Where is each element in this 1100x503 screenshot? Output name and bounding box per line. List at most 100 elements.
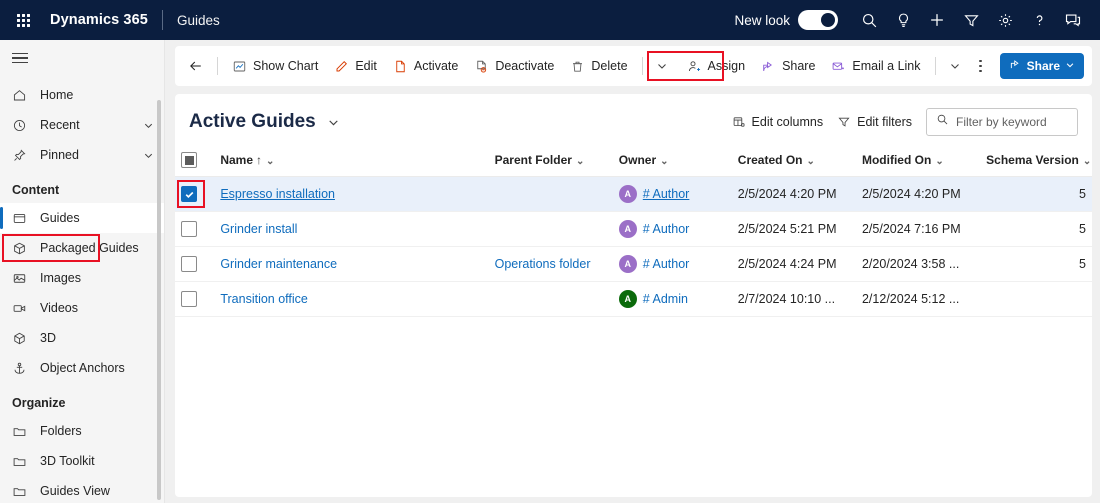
table-body: Espresso installation A # Author 2/5/202… [175,177,1092,317]
row-checkbox[interactable] [181,186,197,202]
command-overflow-chevron[interactable] [649,51,675,81]
owner-link[interactable]: # Author [643,187,690,201]
guide-name-link[interactable]: Espresso installation [220,187,335,201]
row-name-cell[interactable]: Grinder maintenance [214,247,488,282]
edit-button[interactable]: Edit [326,51,385,81]
column-header-created-on[interactable]: Created On⌄ [732,146,856,177]
sidebar-item-recent[interactable]: Recent [0,110,164,140]
row-folder-cell [489,177,613,212]
feedback-icon[interactable] [1056,3,1090,37]
row-folder-cell [489,212,613,247]
new-look-toggle[interactable] [798,10,838,30]
guide-name-link[interactable]: Grinder maintenance [220,257,337,271]
row-checkbox[interactable] [181,291,197,307]
row-select-cell[interactable] [175,177,214,212]
row-created-cell: 2/5/2024 4:24 PM [732,247,856,282]
share-primary-button[interactable]: Share [1000,53,1084,79]
chevron-down-icon[interactable]: ⌄ [266,156,274,167]
owner-link[interactable]: # Admin [643,292,688,306]
chevron-down-icon[interactable]: ⌄ [806,156,814,167]
plus-icon[interactable] [920,3,954,37]
row-checkbox[interactable] [181,221,197,237]
deactivate-button[interactable]: Deactivate [466,51,562,81]
sidebar-item-packaged-guides[interactable]: Packaged Guides [0,233,164,263]
avatar: A [619,220,637,238]
edit-columns-button[interactable]: Edit columns [732,115,824,129]
gear-icon[interactable] [988,3,1022,37]
back-arrow-icon[interactable] [181,51,211,81]
row-name-cell[interactable]: Transition office [214,282,488,317]
package-icon [12,241,32,256]
edit-filters-button[interactable]: Edit filters [837,115,912,129]
sidebar-item-pinned[interactable]: Pinned [0,140,164,170]
row-checkbox[interactable] [181,256,197,272]
chevron-down-icon[interactable] [1065,59,1075,73]
owner-link[interactable]: # Author [643,257,690,271]
chevron-down-icon[interactable] [143,120,154,131]
filter-by-keyword-box[interactable] [926,108,1078,136]
share-button[interactable]: Share [753,51,823,81]
row-select-cell[interactable] [175,282,214,317]
chevron-down-icon[interactable] [327,116,340,129]
table-row[interactable]: Transition office A # Admin 2/7/2024 10:… [175,282,1092,317]
sidebar-group-content-title: Content [0,170,164,203]
sidebar-item-folders[interactable]: Folders [0,416,164,446]
sidebar-item-guides[interactable]: Guides [0,203,164,233]
select-all-checkbox[interactable] [181,152,197,168]
chevron-down-icon[interactable] [143,150,154,161]
sidebar-item-3d-toolkit[interactable]: 3D Toolkit [0,446,164,476]
column-header-name[interactable]: Name↑⌄ [214,146,488,177]
table-row[interactable]: Espresso installation A # Author 2/5/202… [175,177,1092,212]
sidebar-scrollbar[interactable] [157,100,161,500]
search-input[interactable] [956,115,1068,129]
command-overflow-chevron-2[interactable] [942,51,968,81]
row-modified-cell: 2/12/2024 5:12 ... [856,282,980,317]
guide-name-link[interactable]: Transition office [220,292,308,306]
assign-button[interactable]: Assign [679,51,754,81]
row-name-cell[interactable]: Espresso installation [214,177,488,212]
chevron-down-icon[interactable]: ⌄ [1083,156,1091,167]
column-label: Schema Version [986,153,1079,167]
guide-name-link[interactable]: Grinder install [220,222,297,236]
column-header-owner[interactable]: Owner⌄ [613,146,732,177]
delete-button[interactable]: Delete [562,51,635,81]
email-a-link-button[interactable]: Email a Link [823,51,928,81]
row-select-cell[interactable] [175,247,214,282]
column-header-parent-folder[interactable]: Parent Folder⌄ [489,146,613,177]
cube-icon [12,331,32,346]
help-icon[interactable] [1022,3,1056,37]
owner-link[interactable]: # Author [643,222,690,236]
anchor-icon [12,361,32,376]
search-icon[interactable] [852,3,886,37]
filter-icon[interactable] [954,3,988,37]
column-header-schema-version[interactable]: Schema Version ⌄ [980,146,1092,177]
app-launcher-icon[interactable] [8,5,38,35]
folder-icon [12,454,32,469]
parent-folder-link[interactable]: Operations folder [495,257,591,271]
chevron-down-icon[interactable]: ⌄ [935,156,943,167]
chart-icon [232,59,247,74]
view-selector[interactable]: Active Guides [189,111,340,133]
nav-collapse-button[interactable] [0,40,164,76]
activate-button[interactable]: Activate [385,51,466,81]
row-folder-cell: Operations folder [489,247,613,282]
sidebar-item-home[interactable]: Home [0,80,164,110]
more-commands-icon[interactable] [968,51,994,81]
chevron-down-icon[interactable]: ⌄ [660,156,668,167]
sidebar-item-3d[interactable]: 3D [0,323,164,353]
sidebar-item-images[interactable]: Images [0,263,164,293]
row-select-cell[interactable] [175,212,214,247]
select-all-header [175,146,214,177]
show-chart-button[interactable]: Show Chart [224,51,326,81]
column-header-modified-on[interactable]: Modified On⌄ [856,146,980,177]
sidebar-item-videos[interactable]: Videos [0,293,164,323]
lightbulb-icon[interactable] [886,3,920,37]
table-row[interactable]: Grinder install A # Author 2/5/2024 5:21… [175,212,1092,247]
sidebar-item-object-anchors[interactable]: Object Anchors [0,353,164,383]
sidebar-item-guides-view[interactable]: Guides View [0,476,164,503]
command-label: Activate [414,59,458,73]
chevron-down-icon[interactable]: ⌄ [576,156,584,167]
row-name-cell[interactable]: Grinder install [214,212,488,247]
app-name-label[interactable]: Guides [177,13,220,28]
table-row[interactable]: Grinder maintenance Operations folder A … [175,247,1092,282]
